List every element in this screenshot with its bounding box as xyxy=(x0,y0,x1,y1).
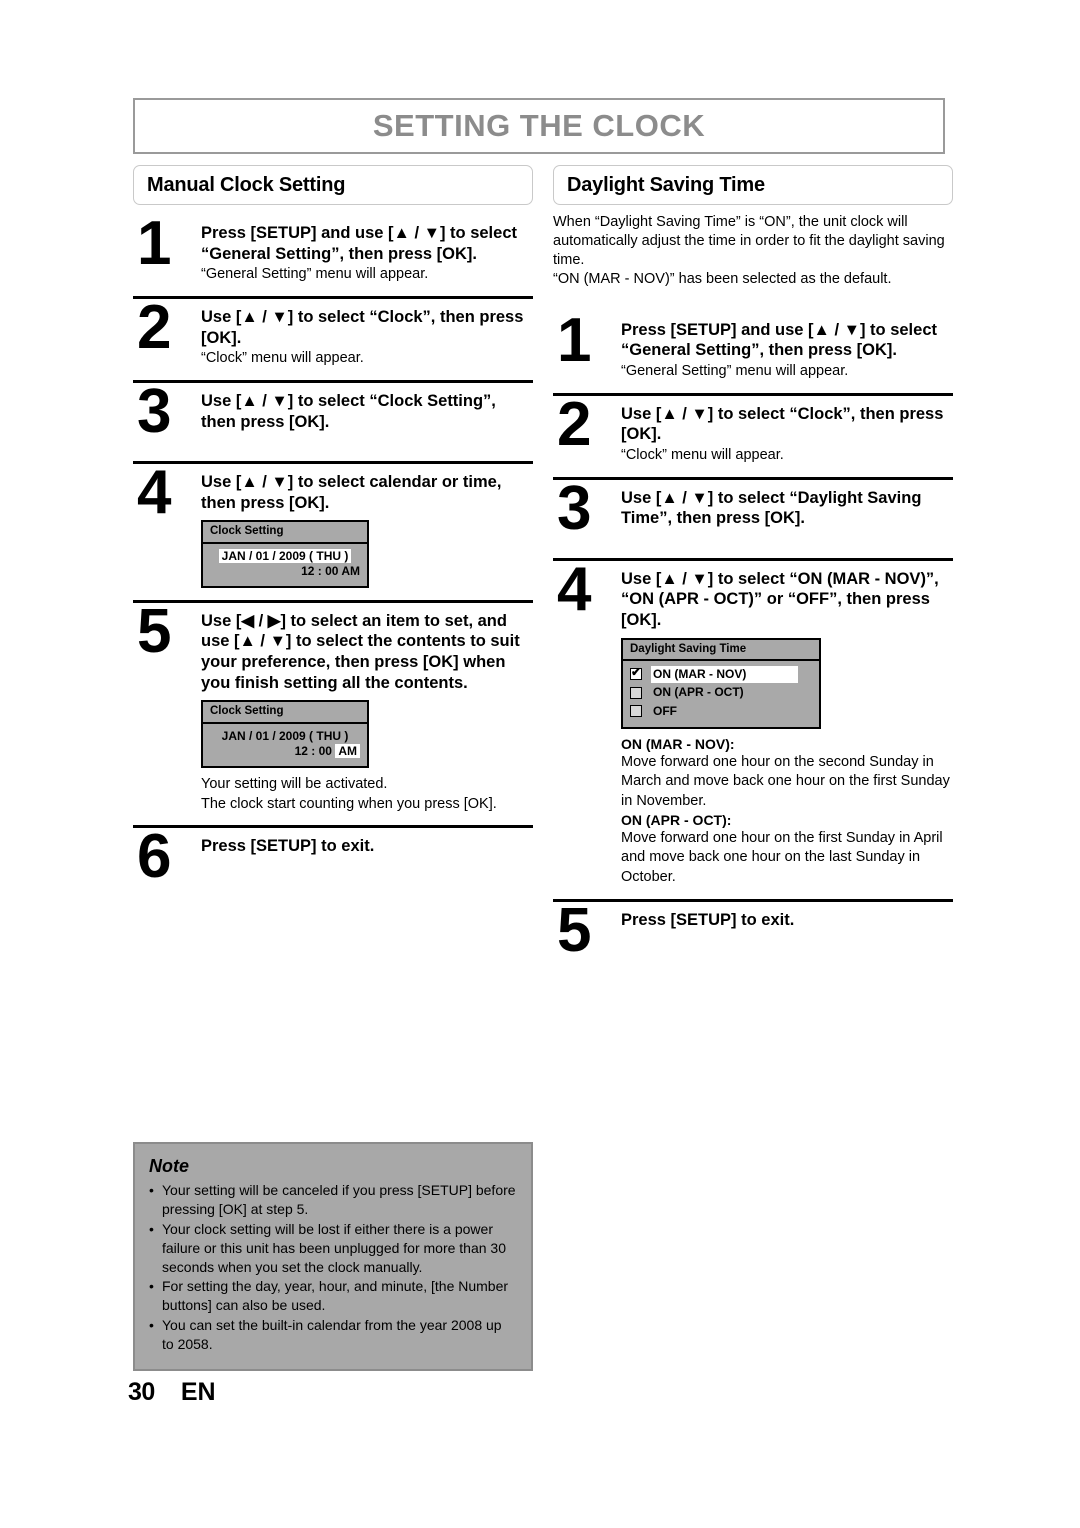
osd-time-value: 12 : 00 AM xyxy=(301,564,360,579)
step-note: “Clock” menu will appear. xyxy=(201,350,364,367)
step-row: 5 Press [SETUP] to exit. xyxy=(553,896,953,988)
checkbox-empty-icon[interactable] xyxy=(630,686,642,699)
osd-meridiem-value: AM xyxy=(335,744,360,759)
osd-time-row: 12 : 00 AM xyxy=(210,744,360,760)
osd-body: JAN / 01 / 2009 ( THU ) 12 : 00 AM xyxy=(203,544,367,586)
step-instruction: Use [▲ / ▼] to select “Clock”, then pres… xyxy=(621,404,944,444)
note-item-text: Your setting will be canceled if you pre… xyxy=(162,1182,516,1217)
osd-time-row: 12 : 00 AM xyxy=(210,564,360,580)
page-title-box: SETTING THE CLOCK xyxy=(133,98,945,154)
osd-body: ON (MAR - NOV) ON (APR - OCT) OFF xyxy=(623,661,819,727)
bullet-icon: • xyxy=(149,1182,154,1198)
osd-title: Daylight Saving Time xyxy=(623,640,819,661)
note-item-text: Your clock setting will be lost if eithe… xyxy=(162,1220,507,1275)
step-number: 5 xyxy=(557,896,591,966)
step-row: 1 Press [SETUP] and use [▲ / ▼] to selec… xyxy=(133,209,533,290)
osd-title: Clock Setting xyxy=(203,522,367,544)
step-note: “General Setting” menu will appear. xyxy=(201,266,429,283)
step-number: 4 xyxy=(557,554,591,624)
osd-option-label: ON (MAR - NOV) xyxy=(651,665,799,684)
section-header-label: Manual Clock Setting xyxy=(147,173,346,196)
osd-option-row[interactable]: ON (APR - OCT) xyxy=(630,684,812,701)
osd-clock-setting-step5: Clock Setting JAN / 01 / 2009 ( THU ) 12… xyxy=(201,700,369,768)
osd-option-label: OFF xyxy=(653,703,677,718)
step-instruction: Press [SETUP] and use [▲ / ▼] to select … xyxy=(621,320,937,360)
checkbox-checked-icon[interactable] xyxy=(630,666,642,681)
note-list-item: • You can set the built-in calendar from… xyxy=(149,1316,517,1354)
step-number: 2 xyxy=(137,293,171,363)
step-row: 4 Use [▲ / ▼] to select “ON (MAR - NOV)”… xyxy=(553,554,953,893)
step-number: 3 xyxy=(137,377,171,447)
step-instruction: Use [▲ / ▼] to select calendar or time, … xyxy=(201,473,502,512)
page-language-code: EN xyxy=(180,1378,216,1406)
dst-description-block: ON (MAR - NOV): Move forward one hour on… xyxy=(621,735,953,887)
step-note: The clock start counting when you press … xyxy=(201,795,497,812)
osd-date-value: JAN / 01 / 2009 ( THU ) xyxy=(221,728,349,743)
step-instruction: Use [▲ / ▼] to select “ON (MAR - NOV)”, … xyxy=(621,569,939,629)
osd-time-value: 12 : 00 xyxy=(294,744,336,759)
osd-option-label: ON (APR - OCT) xyxy=(653,685,744,700)
bullet-icon: • xyxy=(149,1220,154,1237)
step-row: 4 Use [▲ / ▼] to select calendar or time… xyxy=(133,458,533,594)
osd-body: JAN / 01 / 2009 ( THU ) 12 : 00 AM xyxy=(203,724,367,766)
step-number: 6 xyxy=(137,822,171,892)
osd-title: Clock Setting xyxy=(203,702,367,724)
manual-page: SETTING THE CLOCK Manual Clock Setting 1… xyxy=(0,0,1080,1528)
step-number: 5 xyxy=(137,596,171,666)
step-row: 5 Use [◀ / ▶] to select an item to set, … xyxy=(133,596,533,820)
dst-description-text: Move forward one hour on the second Sund… xyxy=(621,754,950,809)
osd-clock-setting-step4: Clock Setting JAN / 01 / 2009 ( THU ) 12… xyxy=(201,520,369,588)
note-box: Note • Your setting will be canceled if … xyxy=(133,1142,533,1372)
osd-date-row: JAN / 01 / 2009 ( THU ) xyxy=(210,729,360,745)
step-number: 1 xyxy=(137,209,171,278)
step-note: “General Setting” menu will appear. xyxy=(621,362,849,379)
section-header-daylight-saving-time: Daylight Saving Time xyxy=(553,165,953,205)
note-list-item: • Your clock setting will be lost if eit… xyxy=(149,1220,517,1277)
note-item-text: You can set the built-in calendar from t… xyxy=(162,1317,502,1353)
step-number: 4 xyxy=(137,458,171,528)
page-title: SETTING THE CLOCK xyxy=(372,108,706,143)
section-header-label: Daylight Saving Time xyxy=(567,173,765,196)
step-note: “Clock” menu will appear. xyxy=(621,446,784,463)
note-title: Note xyxy=(149,1156,189,1176)
page-footer: 30 EN xyxy=(128,1378,216,1407)
dst-description-label: ON (APR - OCT): xyxy=(621,811,732,828)
step-instruction: Use [▲ / ▼] to select “Clock Setting”, t… xyxy=(201,392,496,431)
osd-option-row[interactable]: OFF xyxy=(630,703,812,720)
bullet-icon: • xyxy=(149,1317,154,1334)
step-row: 1 Press [SETUP] and use [▲ / ▼] to selec… xyxy=(553,305,953,387)
section-header-manual-clock-setting: Manual Clock Setting xyxy=(133,165,533,205)
note-item-text: For setting the day, year, hour, and min… xyxy=(162,1278,509,1314)
daylight-saving-time-column: Daylight Saving Time When “Daylight Savi… xyxy=(553,165,953,988)
step-row: 2 Use [▲ / ▼] to select “Clock”, then pr… xyxy=(133,293,533,374)
step-number: 1 xyxy=(557,305,591,375)
dst-description-label: ON (MAR - NOV): xyxy=(621,735,735,752)
step-row: 3 Use [▲ / ▼] to select “Clock Setting”,… xyxy=(133,377,533,455)
step-instruction: Use [◀ / ▶] to select an item to set, an… xyxy=(201,611,520,692)
step-row: 6 Press [SETUP] to exit. xyxy=(133,822,533,914)
step-instruction: Press [SETUP] to exit. xyxy=(201,837,375,856)
bullet-icon: • xyxy=(149,1278,154,1295)
step-instruction: Press [SETUP] to exit. xyxy=(621,911,795,930)
dst-description-text: Move forward one hour on the first Sunda… xyxy=(621,830,943,885)
note-list-item: • For setting the day, year, hour, and m… xyxy=(149,1277,517,1315)
manual-clock-setting-column: Manual Clock Setting 1 Press [SETUP] and… xyxy=(133,165,533,914)
osd-daylight-saving-time: Daylight Saving Time ON (MAR - NOV) ON (… xyxy=(621,637,821,729)
step-row: 2 Use [▲ / ▼] to select “Clock”, then pr… xyxy=(553,389,953,471)
step-number: 3 xyxy=(557,473,591,543)
step-number: 2 xyxy=(557,389,591,459)
osd-date-value: JAN / 01 / 2009 ( THU ) xyxy=(218,548,352,563)
osd-option-row[interactable]: ON (MAR - NOV) xyxy=(630,665,812,684)
section-intro-paragraph: When “Daylight Saving Time” is “ON”, the… xyxy=(553,214,945,288)
step-note: Your setting will be activated. xyxy=(201,775,388,792)
step-instruction: Press [SETUP] and use [▲ / ▼] to select … xyxy=(201,224,517,263)
page-number: 30 xyxy=(128,1378,155,1406)
checkbox-empty-icon[interactable] xyxy=(630,705,642,718)
step-instruction: Use [▲ / ▼] to select “Daylight Saving T… xyxy=(621,488,922,528)
osd-date-row: JAN / 01 / 2009 ( THU ) xyxy=(210,548,360,565)
note-list-item: • Your setting will be canceled if you p… xyxy=(149,1181,517,1219)
step-row: 3 Use [▲ / ▼] to select “Daylight Saving… xyxy=(553,473,953,552)
step-instruction: Use [▲ / ▼] to select “Clock”, then pres… xyxy=(201,308,524,347)
